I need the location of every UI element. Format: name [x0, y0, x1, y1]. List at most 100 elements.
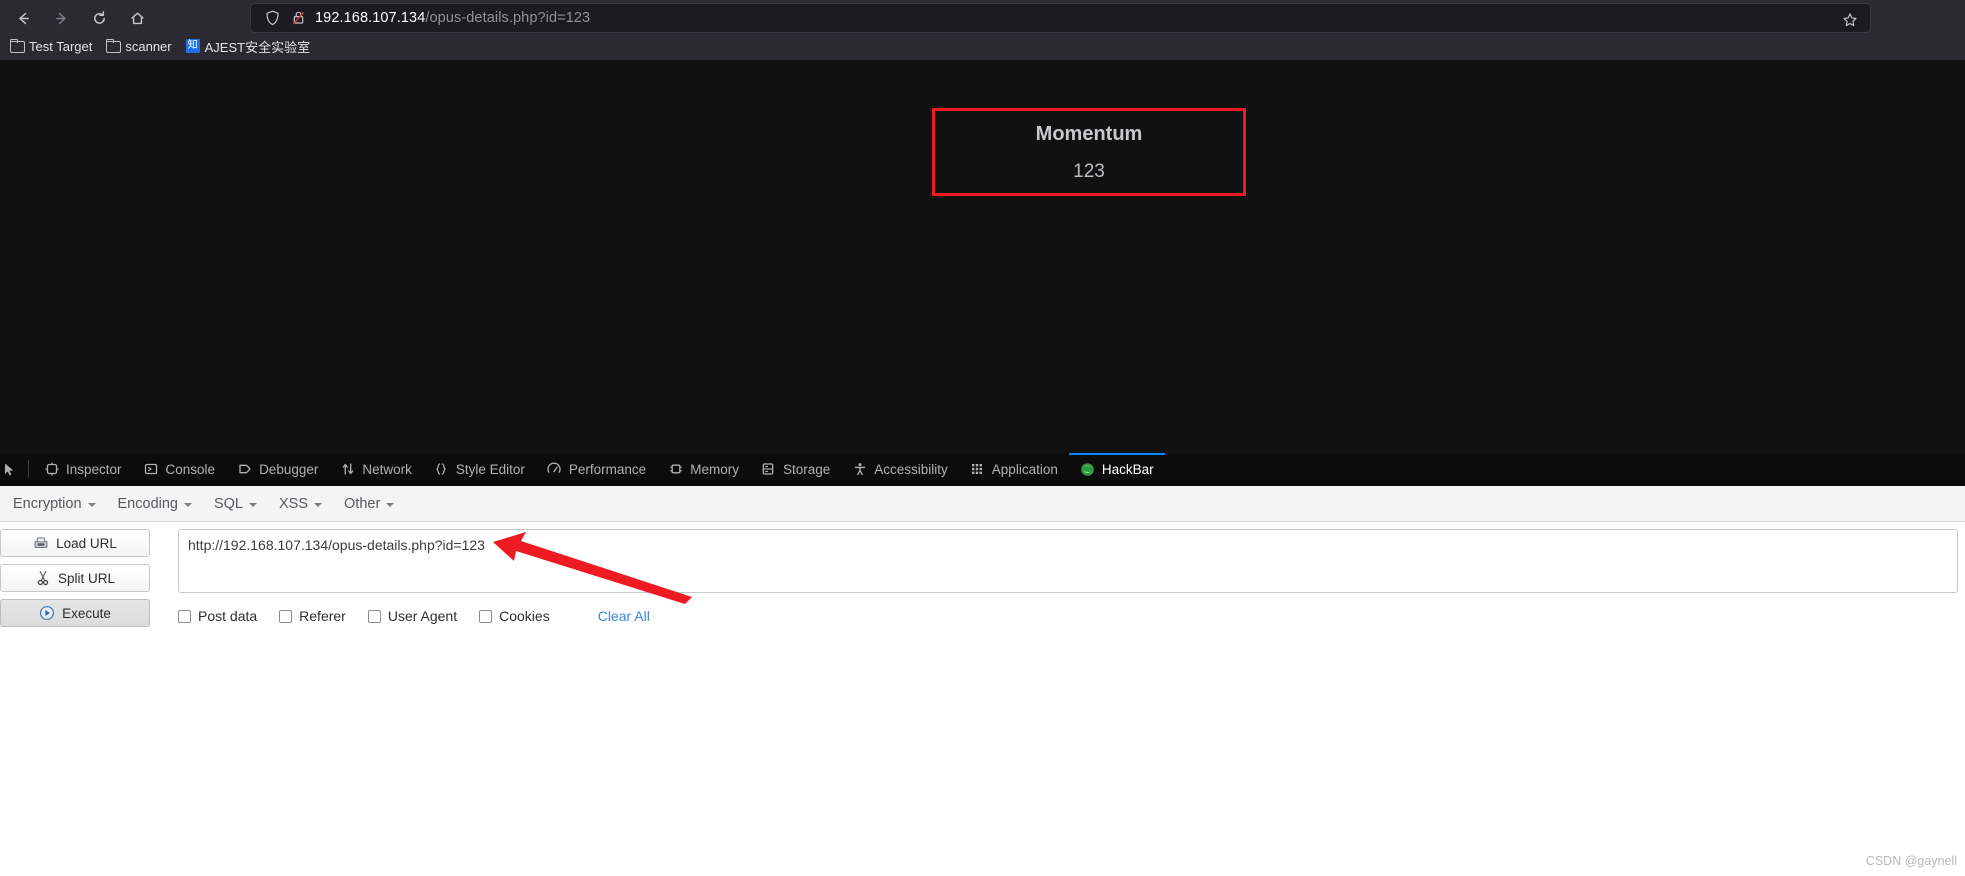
tab-inspector[interactable]: Inspector — [33, 453, 133, 485]
button-label: Execute — [62, 605, 111, 621]
checkbox-label: Cookies — [499, 608, 550, 624]
checkbox-box[interactable] — [479, 609, 493, 623]
momentum-title: Momentum — [1035, 123, 1143, 145]
favicon-zhi-icon: 知 — [185, 39, 200, 53]
star-icon[interactable] — [1840, 10, 1860, 30]
folder-icon — [106, 39, 122, 53]
tab-label: Application — [991, 461, 1058, 477]
bookmark-label: AJEST安全实验室 — [204, 39, 311, 55]
scissors-icon — [35, 570, 51, 586]
tab-label: Inspector — [66, 461, 122, 477]
menu-sql[interactable]: SQL — [203, 486, 268, 521]
momentum-value: 123 — [1073, 161, 1105, 182]
checkbox-cookies[interactable]: Cookies — [479, 608, 550, 624]
bookmark-test-target[interactable]: Test Target — [4, 35, 98, 57]
menu-encryption[interactable]: Encryption — [2, 486, 107, 521]
tab-memory[interactable]: Memory — [657, 453, 750, 485]
momentum-card: Momentum 123 — [932, 108, 1246, 196]
accessibility-icon — [852, 462, 867, 477]
hackbar-body: Load URL Split URL Execute http://192.16… — [0, 522, 1965, 876]
tab-style-editor[interactable]: Style Editor — [423, 453, 536, 485]
chevron-down-icon — [386, 502, 395, 507]
tab-label: Network — [362, 461, 412, 477]
network-icon — [340, 462, 355, 477]
checkbox-post-data[interactable]: Post data — [178, 608, 257, 624]
performance-icon — [547, 462, 562, 477]
console-icon — [144, 462, 159, 477]
bookmark-label: Test Target — [29, 38, 93, 54]
load-url-icon — [33, 535, 49, 551]
tab-accessibility[interactable]: Accessibility — [841, 453, 959, 485]
url-host: 192.168.107.134 — [315, 10, 426, 26]
menu-label: Encryption — [13, 495, 82, 512]
tab-storage[interactable]: Storage — [750, 453, 841, 485]
chevron-down-icon — [249, 502, 257, 507]
menu-other[interactable]: Other — [333, 486, 405, 521]
tab-application[interactable]: Application — [959, 453, 1069, 485]
checkbox-box[interactable] — [279, 609, 293, 623]
bookmark-ajest[interactable]: 知 AJEST安全实验室 — [180, 35, 316, 57]
back-arrow-icon — [18, 12, 29, 24]
split-url-button[interactable]: Split URL — [0, 564, 150, 592]
bookmark-label: scanner — [125, 38, 172, 54]
menu-xss[interactable]: XSS — [268, 486, 333, 521]
hackbar-action-buttons: Load URL Split URL Execute — [0, 529, 150, 634]
home-button[interactable] — [120, 3, 154, 33]
checkbox-box[interactable] — [178, 609, 191, 623]
menu-encoding[interactable]: Encoding — [107, 486, 203, 521]
checkbox-user-agent[interactable]: User Agent — [367, 608, 457, 624]
inspector-icon — [44, 462, 59, 477]
shield-icon[interactable] — [259, 9, 285, 27]
lock-slash-icon[interactable] — [285, 9, 311, 27]
hackbar-menubar: Encryption Encoding SQL XSS Other — [0, 486, 1965, 547]
menu-label: Other — [344, 495, 381, 512]
button-label: Split URL — [57, 570, 116, 586]
tab-label: Accessibility — [874, 461, 948, 477]
bookmarks-bar: Test Target scanner 知 AJEST安全实验室 — [0, 32, 1965, 60]
url-input[interactable] — [178, 529, 1958, 593]
folder-icon — [10, 39, 25, 53]
hackbar-icon — [1080, 462, 1095, 477]
chevron-down-icon — [87, 502, 96, 507]
tab-label: Console — [165, 461, 216, 477]
tab-label: HackBar — [1101, 461, 1154, 477]
element-picker-icon[interactable] — [0, 453, 26, 485]
forward-arrow-icon — [55, 12, 66, 24]
back-button[interactable] — [6, 3, 40, 33]
checkbox-referer[interactable]: Referer — [279, 608, 346, 624]
tab-label: Performance — [568, 461, 647, 477]
execute-button[interactable]: Execute — [0, 599, 150, 627]
debugger-icon — [237, 462, 252, 477]
tab-performance[interactable]: Performance — [536, 453, 657, 485]
tab-hackbar[interactable]: HackBar — [1068, 453, 1165, 485]
browser-chrome: 192.168.107.134/opus-details.php?id=123 … — [0, 0, 1965, 68]
checkbox-label: Post data — [198, 608, 258, 624]
checkbox-label: Referer — [299, 608, 346, 624]
tab-network[interactable]: Network — [329, 453, 423, 485]
checkbox-box[interactable] — [367, 609, 381, 623]
devtools-panel: Inspector Console Debugger Network Style… — [0, 453, 1965, 876]
storage-icon — [761, 462, 776, 477]
toolbar-divider — [28, 460, 29, 478]
clear-all-link[interactable]: Clear All — [598, 608, 650, 624]
load-url-button[interactable]: Load URL — [0, 529, 150, 557]
style-editor-icon — [434, 462, 449, 477]
url-path: /opus-details.php?id=123 — [425, 10, 591, 26]
tab-debugger[interactable]: Debugger — [226, 453, 329, 485]
reload-icon — [93, 10, 105, 24]
bookmark-scanner[interactable]: scanner — [100, 35, 177, 57]
tab-label: Style Editor — [455, 461, 525, 477]
play-icon — [39, 605, 55, 621]
home-icon — [130, 12, 144, 24]
forward-button[interactable] — [44, 3, 78, 33]
tab-label: Storage — [782, 461, 831, 477]
page-viewport: Momentum 123 — [0, 60, 1965, 453]
reload-button[interactable] — [82, 3, 116, 33]
memory-icon — [668, 462, 683, 477]
tab-console[interactable]: Console — [133, 453, 227, 485]
chevron-down-icon — [183, 502, 192, 507]
menu-label: XSS — [279, 495, 309, 512]
menu-label: SQL — [213, 495, 243, 512]
address-bar[interactable]: 192.168.107.134/opus-details.php?id=123 — [250, 3, 1871, 33]
devtools-tabbar: Inspector Console Debugger Network Style… — [0, 453, 1965, 486]
